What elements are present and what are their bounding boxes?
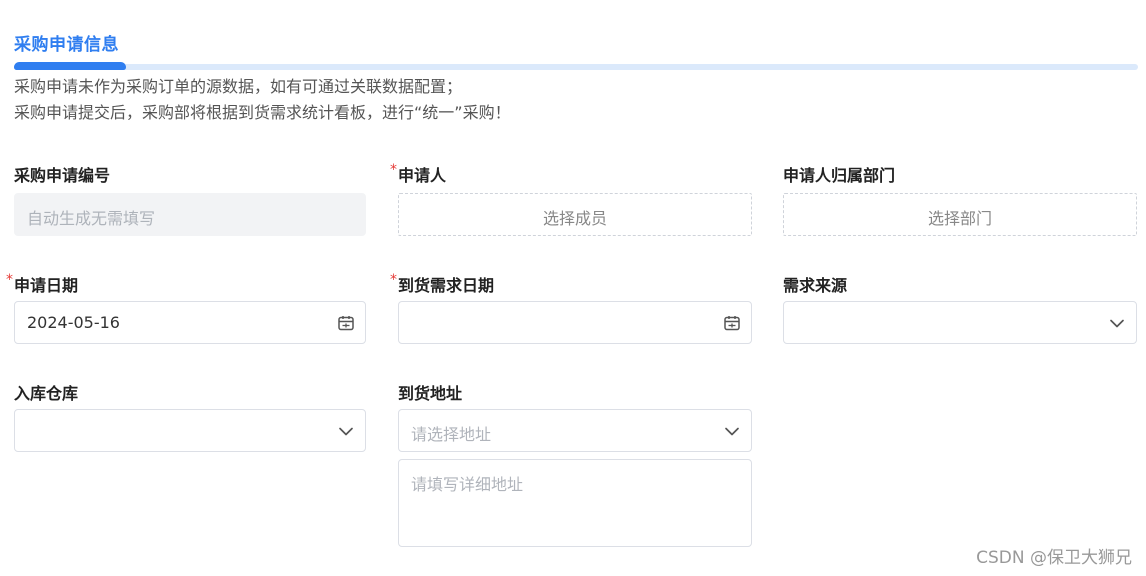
apply-date-picker[interactable]: 2024-05-16 [14, 301, 366, 344]
department-label: 申请人归属部门 [783, 166, 896, 185]
address-detail-placeholder: 请填写详细地址 [411, 475, 524, 494]
applicant-label: *申请人 [390, 162, 447, 185]
address-label: 到货地址 [398, 384, 463, 403]
address-detail-textarea[interactable]: 请填写详细地址 [398, 459, 752, 547]
request-no-input: 自动生成无需填写 [14, 193, 366, 236]
demand-source-select[interactable] [783, 301, 1137, 344]
select-department-button[interactable]: 选择部门 [783, 193, 1137, 236]
address-select[interactable]: 请选择地址 [398, 409, 752, 452]
tab-underline [14, 64, 1138, 70]
watermark: CSDN @保卫大狮兄 [976, 548, 1132, 568]
chevron-down-icon[interactable] [723, 422, 741, 440]
apply-date-value: 2024-05-16 [27, 313, 120, 332]
address-placeholder: 请选择地址 [411, 425, 492, 444]
calendar-icon[interactable] [723, 314, 741, 332]
tab-underline-active [14, 62, 126, 70]
description-line-1: 采购申请未作为采购订单的源数据，如有可通过关联数据配置； [14, 77, 463, 96]
description-line-2: 采购申请提交后，采购部将根据到货需求统计看板，进行“统一”采购！ [14, 103, 511, 122]
select-member-button[interactable]: 选择成员 [398, 193, 752, 236]
warehouse-label: 入库仓库 [14, 384, 79, 403]
required-mark: * [390, 272, 397, 288]
section-title[interactable]: 采购申请信息 [14, 30, 119, 55]
required-mark: * [6, 272, 13, 288]
chevron-down-icon[interactable] [1108, 314, 1126, 332]
chevron-down-icon[interactable] [337, 422, 355, 440]
request-no-label: 采购申请编号 [14, 166, 111, 185]
arrival-date-picker[interactable] [398, 301, 752, 344]
demand-source-label: 需求来源 [783, 276, 848, 295]
request-no-placeholder: 自动生成无需填写 [27, 209, 156, 228]
warehouse-select[interactable] [14, 409, 366, 452]
apply-date-label: *申请日期 [6, 272, 79, 295]
arrival-date-label: *到货需求日期 [390, 272, 495, 295]
calendar-icon[interactable] [337, 314, 355, 332]
select-member-label: 选择成员 [542, 209, 607, 228]
required-mark: * [390, 162, 397, 178]
select-department-label: 选择部门 [927, 209, 992, 228]
